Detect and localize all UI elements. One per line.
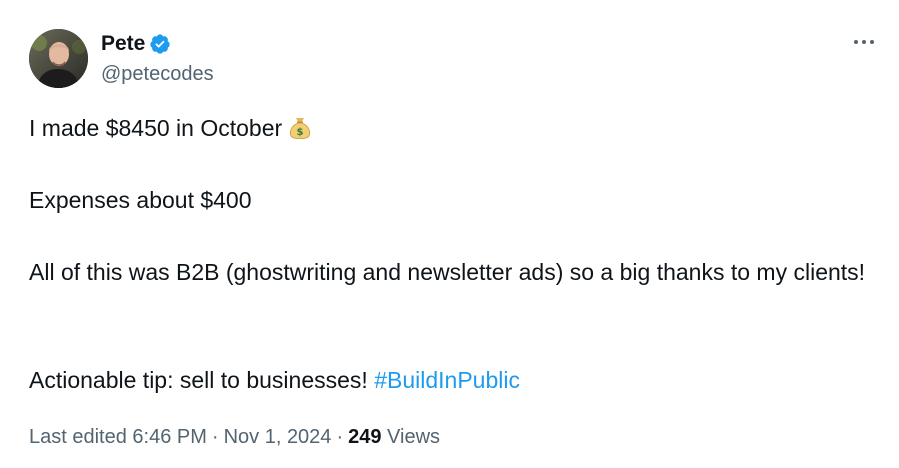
edited-timestamp-link[interactable]: Last edited 6:46 PM · Nov 1, 2024 [29,426,331,448]
author-name-row[interactable]: Pete [101,31,171,57]
tweet-line-1: I made $8450 in October $ [29,110,314,146]
hashtag-link[interactable]: #BuildInPublic [374,367,520,393]
views-link[interactable]: 249 Views [348,426,440,448]
separator-dot: · [211,426,219,448]
svg-text:$: $ [297,127,304,138]
author-name[interactable]: Pete [101,31,145,57]
more-options-button[interactable] [849,30,879,54]
avatar[interactable] [29,29,88,88]
tweet-line-3: All of this was B2B (ghostwriting and ne… [29,259,866,285]
money-bag-icon: $ [286,113,314,141]
edited-label: Last edited [29,426,127,448]
views-label: Views [387,426,441,448]
tweet-time: 6:46 PM [132,426,207,448]
views-count: 249 [348,426,382,448]
tweet-meta: Last edited 6:46 PM · Nov 1, 2024 · 249 View… [29,424,440,450]
separator-dot: · [336,426,344,448]
tweet-line-2: Expenses about $400 [29,187,252,213]
tweet-line-4-text: Actionable tip: sell to businesses! [29,367,368,393]
tweet-card: Pete @petecodes I made $8450 in October … [0,0,899,468]
tweet-date: Nov 1, 2024 [223,426,332,448]
ellipsis-icon [854,40,874,44]
avatar-photo [29,29,88,88]
author-handle[interactable]: @petecodes [101,61,214,87]
tweet-line-4: Actionable tip: sell to businesses! #Bui… [29,362,520,398]
tweet-line-1-text: I made $8450 in October [29,115,283,141]
verified-badge-icon[interactable] [149,33,171,55]
